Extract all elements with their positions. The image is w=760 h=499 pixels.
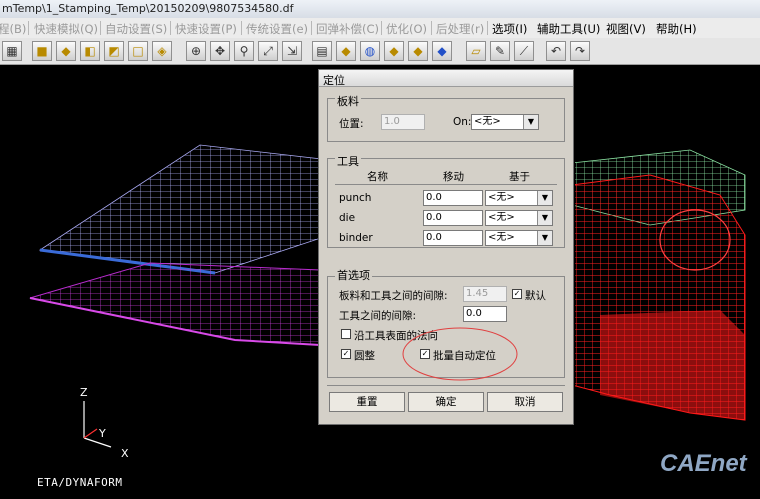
tool-base-binder[interactable]: <无> ▼ bbox=[485, 230, 553, 246]
window-title: mTemp\1_Stamping_Temp\20150209\980753458… bbox=[2, 2, 294, 15]
chevron-down-icon: ▼ bbox=[537, 231, 552, 245]
col-name-header: 名称 bbox=[367, 171, 388, 183]
cube-view4-icon[interactable]: ◆ bbox=[432, 41, 452, 61]
position-label: 位置: bbox=[339, 118, 364, 130]
cube-iso2-icon[interactable]: ◈ bbox=[152, 41, 172, 61]
surface-icon[interactable]: ▱ bbox=[466, 41, 486, 61]
window-titlebar: mTemp\1_Stamping_Temp\20150209\980753458… bbox=[0, 0, 760, 19]
binder-mesh bbox=[29, 262, 321, 346]
tool-name-binder: binder bbox=[339, 232, 373, 244]
cube-top-icon[interactable]: ◆ bbox=[56, 41, 76, 61]
cancel-button[interactable]: 取消 bbox=[487, 392, 563, 412]
chevron-down-icon: ▼ bbox=[523, 115, 538, 129]
axis-x-label: X bbox=[121, 447, 129, 460]
menu-item-options[interactable]: 选项(I) bbox=[492, 21, 527, 37]
fit-icon[interactable]: ⇲ bbox=[282, 41, 302, 61]
menu-item-springback[interactable]: 回弹补偿(C) bbox=[316, 21, 379, 37]
round-label: 圆整 bbox=[354, 350, 375, 362]
menu-item-quick-sim[interactable]: 快速模拟(Q) bbox=[34, 21, 98, 37]
axis-z-label: Z bbox=[80, 386, 88, 399]
brand-label: ETA/DYNAFORM bbox=[37, 476, 123, 489]
cube-wire-icon[interactable]: □ bbox=[128, 41, 148, 61]
normal-checkbox[interactable] bbox=[341, 329, 351, 339]
ok-button[interactable]: 确定 bbox=[408, 392, 484, 412]
measure-icon[interactable]: ⟋ bbox=[514, 41, 534, 61]
menu-item-optimize[interactable]: 优化(O) bbox=[386, 21, 427, 37]
gap-field[interactable]: 1.45 bbox=[463, 286, 507, 302]
tool-base-punch[interactable]: <无> ▼ bbox=[485, 190, 553, 206]
menu-item-tools[interactable]: 辅助工具(U) bbox=[537, 21, 600, 37]
tool-move-punch[interactable]: 0.0 bbox=[423, 190, 483, 206]
axis-y-label: Y bbox=[99, 427, 106, 440]
cube-view3-icon[interactable]: ◆ bbox=[408, 41, 428, 61]
tools-group-title: 工具 bbox=[335, 153, 361, 169]
mesh-icon[interactable]: ▦ bbox=[2, 41, 22, 61]
preferences-group-title: 首选项 bbox=[335, 267, 372, 283]
brush-icon[interactable]: ✎ bbox=[490, 41, 510, 61]
tool-name-die: die bbox=[339, 212, 356, 224]
on-select[interactable]: <无> ▼ bbox=[471, 114, 539, 130]
blank-mesh bbox=[38, 144, 331, 274]
pan-icon[interactable]: ✥ bbox=[210, 41, 230, 61]
zoom-icon[interactable]: ⚲ bbox=[234, 41, 254, 61]
default-label: 默认 bbox=[525, 290, 546, 302]
menu-item-view[interactable]: 视图(V) bbox=[606, 21, 646, 37]
cube-shaded-icon[interactable]: ◆ bbox=[336, 41, 356, 61]
toolbar: ▦ ■ ◆ ◧ ◩ □ ◈ ⊕ ✥ ⚲ ⤢ ⇲ ▤ ◆ ◍ ◆ ◆ ◆ ▱ ✎ … bbox=[0, 38, 760, 65]
menu-item-help[interactable]: 帮助(H) bbox=[656, 21, 697, 37]
default-checkbox[interactable]: ✓ bbox=[512, 289, 522, 299]
col-move-header: 移动 bbox=[443, 171, 464, 183]
zoom-box-icon[interactable]: ⤢ bbox=[258, 41, 278, 61]
tool-move-die[interactable]: 0.0 bbox=[423, 210, 483, 226]
cube-iso-icon[interactable]: ◩ bbox=[104, 41, 124, 61]
menu-item-postprocess[interactable]: 后处理(r) bbox=[436, 21, 484, 37]
tool-gap-label: 工具之间的间隙: bbox=[339, 310, 417, 322]
menu-item-0[interactable]: 程(B) bbox=[0, 21, 26, 37]
menubar: 程(B) 快速模拟(Q) 自动设置(S) 快速设置(P) 传统设置(e) 回弹补… bbox=[0, 18, 760, 39]
coordinate-axes bbox=[83, 401, 112, 448]
dialog-title: 定位 bbox=[323, 74, 345, 87]
col-base-header: 基于 bbox=[509, 171, 530, 183]
position-field[interactable]: 1.0 bbox=[381, 114, 425, 130]
watermark: CAEnet bbox=[660, 450, 747, 477]
round-checkbox[interactable]: ✓ bbox=[341, 349, 351, 359]
calculator-icon[interactable]: ▤ bbox=[312, 41, 332, 61]
rotate-icon[interactable]: ⊕ bbox=[186, 41, 206, 61]
cube-view1-icon[interactable]: ◍ bbox=[360, 41, 380, 61]
cube-front-icon[interactable]: ■ bbox=[32, 41, 52, 61]
gap-label: 板料和工具之间的间隙: bbox=[339, 290, 448, 302]
annotation-ellipse bbox=[402, 327, 518, 381]
menu-item-auto-setup[interactable]: 自动设置(S) bbox=[105, 21, 167, 37]
dialog-titlebar[interactable]: 定位 bbox=[319, 70, 573, 87]
cube-view2-icon[interactable]: ◆ bbox=[384, 41, 404, 61]
redo-icon[interactable]: ↷ bbox=[570, 41, 590, 61]
menu-item-traditional-setup[interactable]: 传统设置(e) bbox=[246, 21, 308, 37]
chevron-down-icon: ▼ bbox=[537, 191, 552, 205]
tool-move-binder[interactable]: 0.0 bbox=[423, 230, 483, 246]
blank-group-title: 板料 bbox=[335, 93, 361, 109]
cube-side-icon[interactable]: ◧ bbox=[80, 41, 100, 61]
reset-button[interactable]: 重置 bbox=[329, 392, 405, 412]
chevron-down-icon: ▼ bbox=[537, 211, 552, 225]
on-label: On: bbox=[453, 116, 472, 128]
menu-item-quick-setup[interactable]: 快速设置(P) bbox=[175, 21, 237, 37]
tool-gap-field[interactable]: 0.0 bbox=[463, 306, 507, 322]
tool-base-die[interactable]: <无> ▼ bbox=[485, 210, 553, 226]
tool-name-punch: punch bbox=[339, 192, 372, 204]
undo-icon[interactable]: ↶ bbox=[546, 41, 566, 61]
